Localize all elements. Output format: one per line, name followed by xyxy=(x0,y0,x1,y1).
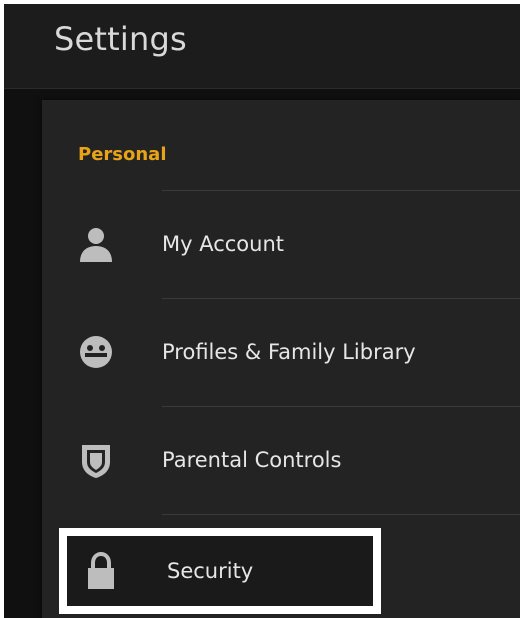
settings-item-security[interactable]: Security xyxy=(59,528,381,614)
divider xyxy=(162,514,520,515)
lock-icon xyxy=(88,551,114,589)
settings-item-label: Security xyxy=(167,559,254,583)
settings-item-label: My Account xyxy=(162,232,285,256)
smiley-face-icon xyxy=(80,336,112,368)
settings-item-label: Parental Controls xyxy=(162,448,342,472)
settings-item-my-account[interactable]: My Account xyxy=(42,190,520,298)
person-icon xyxy=(80,228,112,262)
settings-item-label: Profiles & Family Library xyxy=(162,340,416,364)
settings-item-parental-controls[interactable]: Parental Controls xyxy=(42,406,520,514)
settings-screen: Settings Personal My Account Profiles & … xyxy=(4,4,520,618)
shield-icon xyxy=(82,445,110,478)
page-title: Settings xyxy=(54,20,187,58)
section-header-personal: Personal xyxy=(78,144,167,165)
settings-item-profiles-family-library[interactable]: Profiles & Family Library xyxy=(42,298,520,406)
header-bar: Settings xyxy=(4,4,520,89)
